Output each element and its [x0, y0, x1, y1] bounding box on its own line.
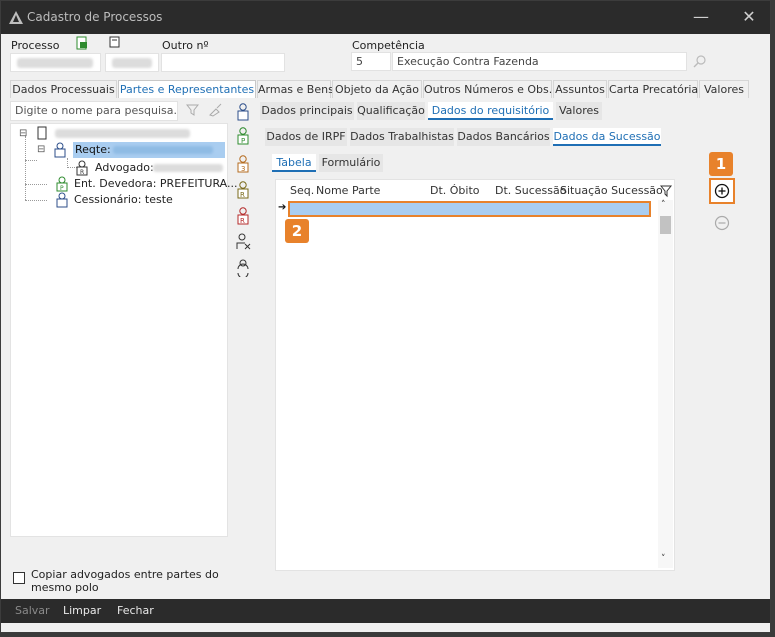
add-requerente-icon[interactable]: [235, 103, 251, 121]
search-icon[interactable]: [693, 54, 707, 68]
tree-item-reqte[interactable]: Reqte:: [73, 142, 225, 158]
outro-numero-field[interactable]: [161, 53, 285, 72]
clear-filter-icon[interactable]: [208, 103, 222, 117]
main-tabs: Dados Processuais Partes e Representante…: [10, 80, 750, 98]
window: Cadastro de Processos — ✕ Processo Outro…: [0, 0, 771, 633]
processo-label: Processo: [11, 39, 60, 52]
tab-dados-sucessao[interactable]: Dados da Sucessão: [553, 128, 661, 146]
requerente-icon: [54, 142, 66, 158]
scroll-up-icon[interactable]: ˄: [661, 200, 666, 210]
minimize-button[interactable]: —: [691, 7, 711, 27]
tab-armas-bens[interactable]: Armas e Bens: [257, 80, 334, 98]
grid-scrollbar[interactable]: ˄ ˅: [658, 200, 673, 568]
svg-text:3: 3: [241, 165, 245, 173]
copy-advogados-label: Copiar advogados entre partes do mesmo p…: [31, 568, 219, 594]
callout-badge-2: 2: [285, 219, 309, 243]
svg-text:R: R: [80, 169, 84, 176]
tab-formulario[interactable]: Formulário: [319, 154, 383, 172]
salvar-button[interactable]: Salvar: [15, 604, 50, 617]
tab-valores[interactable]: Valores: [699, 80, 749, 98]
tab-dados-bancarios[interactable]: Dados Bancários: [457, 128, 550, 146]
footer-bar: Salvar Limpar Fechar: [1, 599, 770, 623]
svg-text:P: P: [60, 185, 64, 192]
scroll-down-icon[interactable]: ˅: [661, 554, 666, 564]
column-situacao-sucessao[interactable]: Situação Sucessão: [560, 184, 663, 197]
column-nome-parte[interactable]: Nome Parte: [316, 184, 380, 197]
sub-tabs-detalhes: Dados de IRPF Dados Trabalhistas Dados B…: [265, 128, 745, 146]
app-logo-icon: [9, 11, 23, 24]
column-dt-sucessao[interactable]: Dt. Sucessão: [495, 184, 566, 197]
tab-dados-irpf[interactable]: Dados de IRPF: [265, 128, 347, 146]
tab-outros-numeros[interactable]: Outros Números e Obs.: [423, 80, 552, 98]
remove-sucessao-button[interactable]: [714, 215, 730, 231]
sucessao-grid: Seq. Nome Parte Dt. Óbito Dt. Sucessão S…: [275, 179, 675, 571]
sub-tabs-requisitorio: Dados principais Qualificação Dados do r…: [260, 102, 745, 120]
tree-item-ent-devedora[interactable]: Ent. Devedora: PREFEITURA...: [74, 177, 237, 190]
svg-text:R: R: [240, 217, 245, 225]
tab-assuntos[interactable]: Assuntos: [553, 80, 607, 98]
tab-partes-representantes[interactable]: Partes e Representantes: [118, 80, 256, 98]
tab-objeto-acao[interactable]: Objeto da Ação: [332, 80, 422, 98]
party-tree: ⊟ ⊟ Reqte: R Advogado: P Ent. Devedora: …: [10, 123, 237, 537]
document-green-icon[interactable]: [75, 36, 89, 50]
ent-devedora-icon: P: [56, 176, 68, 192]
tab-qualificacao[interactable]: Qualificação: [357, 102, 425, 120]
plus-circle-icon: [714, 183, 730, 199]
window-title: Cadastro de Processos: [27, 10, 163, 24]
copy-advogados-checkbox[interactable]: [13, 572, 25, 584]
fechar-button[interactable]: Fechar: [117, 604, 154, 617]
outro-numero-label: Outro nº: [162, 39, 209, 52]
tree-collapse-toggle-reqte[interactable]: ⊟: [37, 144, 45, 155]
filter-icon[interactable]: [186, 103, 199, 117]
svg-text:P: P: [241, 137, 245, 145]
add-sucessao-button[interactable]: [709, 178, 735, 204]
close-button[interactable]: ✕: [739, 7, 759, 27]
tab-carta-precatoria[interactable]: Carta Precatória: [608, 80, 698, 98]
add-terceiro-icon[interactable]: 3: [235, 155, 251, 173]
tree-item-advogado[interactable]: Advogado:: [95, 161, 154, 174]
advogado-icon: R: [76, 160, 88, 176]
callout-badge-1: 1: [709, 152, 733, 176]
swap-parte-icon[interactable]: [235, 259, 251, 277]
tab-valores-requisitorio[interactable]: Valores: [556, 102, 602, 120]
view-tabs: Tabela Formulário: [272, 154, 392, 172]
tab-tabela[interactable]: Tabela: [272, 154, 316, 172]
remove-parte-icon[interactable]: [235, 233, 251, 251]
svg-text:R: R: [240, 191, 245, 199]
competencia-label: Competência: [352, 39, 425, 52]
process-document-icon: [37, 126, 47, 140]
note-icon[interactable]: [109, 36, 121, 50]
column-seq[interactable]: Seq.: [290, 184, 314, 197]
processo-field[interactable]: [10, 53, 101, 72]
add-parte-green-icon[interactable]: P: [235, 127, 251, 145]
add-representante-icon[interactable]: R: [235, 181, 251, 199]
grid-filter-icon[interactable]: [660, 184, 673, 198]
limpar-button[interactable]: Limpar: [63, 604, 101, 617]
party-search-input[interactable]: Digite o nome para pesquisa...: [10, 101, 178, 121]
processo-suffix-field[interactable]: [105, 53, 159, 72]
title-bar: Cadastro de Processos — ✕: [1, 1, 770, 34]
tab-dados-principais[interactable]: Dados principais: [260, 102, 354, 120]
tab-dados-processuais[interactable]: Dados Processuais: [10, 80, 117, 98]
row-indicator-icon: ➔: [278, 202, 287, 213]
tree-collapse-toggle[interactable]: ⊟: [19, 128, 27, 139]
competencia-desc-field[interactable]: Execução Contra Fazenda: [392, 52, 687, 71]
tab-dados-requisitorio[interactable]: Dados do requisitório: [428, 102, 553, 120]
competencia-code-field[interactable]: 5: [351, 52, 391, 71]
cessionario-icon: [56, 192, 68, 208]
tree-item-cessionario[interactable]: Cessionário: teste: [74, 193, 173, 206]
table-row[interactable]: [288, 201, 651, 217]
column-dt-obito[interactable]: Dt. Óbito: [430, 184, 480, 197]
tab-dados-trabalhistas[interactable]: Dados Trabalhistas: [350, 128, 454, 146]
add-parte-red-icon[interactable]: R: [235, 207, 251, 225]
scroll-thumb[interactable]: [660, 216, 671, 234]
